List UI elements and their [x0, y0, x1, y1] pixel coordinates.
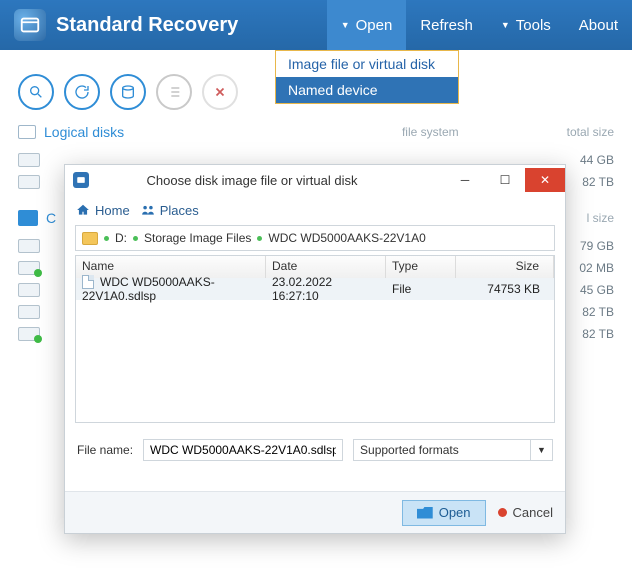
- disk-section-icon: [18, 125, 36, 139]
- menu-about[interactable]: About: [565, 0, 632, 50]
- toolbar-list-icon[interactable]: [156, 74, 192, 110]
- app-title: Standard Recovery: [56, 14, 238, 37]
- file-icon: [82, 275, 94, 289]
- dropdown-named-device[interactable]: Named device: [276, 77, 458, 103]
- filename-row: File name: Supported formats ▼: [65, 423, 565, 469]
- nav-home[interactable]: Home: [75, 203, 130, 218]
- drive-icon: [18, 153, 40, 167]
- breadcrumb-sep-icon: [133, 236, 138, 241]
- app-header: Standard Recovery ▼ Open Refresh ▼ Tools…: [0, 0, 632, 50]
- dialog-titlebar[interactable]: Choose disk image file or virtual disk ─…: [65, 165, 565, 195]
- menu-open[interactable]: ▼ Open: [327, 0, 407, 50]
- toolbar-close-icon[interactable]: [202, 74, 238, 110]
- places-icon: [140, 203, 156, 217]
- toolbar-refresh-icon[interactable]: [64, 74, 100, 110]
- col-totalsize: total size: [567, 125, 614, 139]
- toolbar-disk-icon[interactable]: [110, 74, 146, 110]
- format-select[interactable]: Supported formats: [353, 439, 531, 461]
- folder-icon: [82, 232, 98, 245]
- drive-icon: [18, 261, 40, 275]
- col-type[interactable]: Type: [386, 256, 456, 278]
- breadcrumb[interactable]: D: Storage Image Files WDC WD5000AAKS-22…: [75, 225, 555, 251]
- drive-icon: [18, 327, 40, 341]
- open-dropdown: Image file or virtual disk Named device: [275, 50, 459, 104]
- menubar: ▼ Open Refresh ▼ Tools About: [327, 0, 632, 50]
- menu-refresh[interactable]: Refresh: [406, 0, 487, 50]
- breadcrumb-drive[interactable]: D:: [115, 231, 127, 245]
- window-minimize-button[interactable]: ─: [445, 168, 485, 192]
- drive-icon: [18, 305, 40, 319]
- drive-icon: [18, 175, 40, 189]
- file-list: Name Date Type Size WDC WD5000AAKS-22V1A…: [75, 255, 555, 423]
- filename-input[interactable]: [143, 439, 343, 461]
- file-dialog: Choose disk image file or virtual disk ─…: [64, 164, 566, 534]
- app-logo-icon: [14, 9, 46, 41]
- menu-tools[interactable]: ▼ Tools: [487, 0, 565, 50]
- logical-disks-label: Logical disks: [44, 124, 124, 140]
- nav-places[interactable]: Places: [140, 203, 199, 218]
- drive-icon: [18, 239, 40, 253]
- dropdown-image-file[interactable]: Image file or virtual disk: [276, 51, 458, 77]
- window-close-button[interactable]: ✕: [525, 168, 565, 192]
- breadcrumb-folder[interactable]: Storage Image Files: [144, 231, 251, 245]
- dialog-nav: Home Places: [65, 195, 565, 225]
- breadcrumb-sep-icon: [257, 236, 262, 241]
- col-filesystem: file system: [402, 125, 459, 139]
- dialog-title: Choose disk image file or virtual disk: [99, 173, 445, 188]
- menu-open-label: Open: [356, 17, 393, 34]
- cancel-button[interactable]: Cancel: [498, 505, 553, 520]
- chevron-down-icon: ▼: [341, 20, 350, 30]
- file-row[interactable]: WDC WD5000AAKS-22V1A0.sdlsp 23.02.2022 1…: [76, 278, 554, 300]
- cancel-dot-icon: [498, 508, 507, 517]
- open-button[interactable]: Open: [402, 500, 486, 526]
- drive-icon: [18, 283, 40, 297]
- filename-label: File name:: [77, 443, 133, 457]
- folder-open-icon: [417, 507, 433, 519]
- dialog-app-icon: [73, 172, 89, 188]
- dialog-footer: Open Cancel: [65, 491, 565, 533]
- breadcrumb-leaf[interactable]: WDC WD5000AAKS-22V1A0: [268, 231, 425, 245]
- format-dropdown-button[interactable]: ▼: [531, 439, 553, 461]
- col-size[interactable]: Size: [456, 256, 554, 278]
- breadcrumb-sep-icon: [104, 236, 109, 241]
- window-maximize-button[interactable]: ☐: [485, 168, 525, 192]
- col-totalsize-2: l size: [587, 211, 614, 225]
- chevron-down-icon: ▼: [501, 20, 510, 30]
- toolbar-scan-icon[interactable]: [18, 74, 54, 110]
- logical-disks-header: Logical disks file system total size: [0, 120, 632, 144]
- home-icon: [75, 203, 91, 217]
- storage-section-icon: [18, 210, 38, 226]
